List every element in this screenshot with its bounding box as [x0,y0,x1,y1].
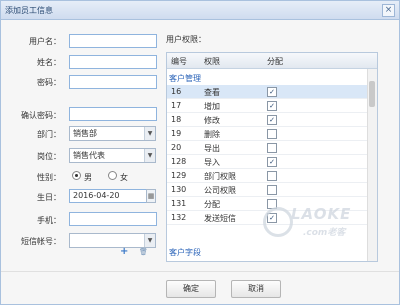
watermark-emblem [263,207,293,237]
close-icon[interactable]: × [382,4,395,17]
assign-checkbox[interactable] [267,185,277,195]
column-header-permission[interactable]: 权限 [204,56,220,67]
permission-id: 128 [171,157,187,166]
dialog-titlebar: 添加员工信息 × [1,1,399,20]
table-row[interactable]: 16 查看 ✓ [167,85,367,99]
scrollbar-thumb[interactable] [369,81,375,107]
grid-header: 编号 权限 分配 [167,53,377,69]
group-customer-management: 客户管理 [169,74,201,83]
permissions-label: 用户权限： [166,35,206,44]
dialog-title: 添加员工信息 [5,6,53,15]
phone-label: 手机： [37,216,61,225]
table-row[interactable]: 18 修改 ✓ [167,113,367,127]
permission-id: 19 [171,129,182,138]
assign-checkbox[interactable]: ✓ [267,157,277,167]
gender-female-label: 女 [120,173,128,182]
department-value: 销售部 [73,129,97,138]
permission-id: 129 [171,171,187,180]
permission-id: 132 [171,213,187,222]
phone-input[interactable] [69,212,157,226]
name-input[interactable] [69,55,157,69]
permission-id: 16 [171,87,182,96]
gender-female-radio[interactable] [108,171,117,180]
watermark-sub: .com老客 [303,228,346,238]
permission-name: 公司权限 [204,186,236,195]
assign-checkbox[interactable] [267,171,277,181]
username-input[interactable] [69,34,157,48]
assign-checkbox[interactable]: ✓ [267,115,277,125]
confirm-password-input[interactable] [69,107,157,121]
table-row[interactable]: 130 公司权限 [167,183,367,197]
add-icon[interactable]: + [120,246,128,257]
table-row[interactable]: 20 导出 [167,141,367,155]
position-select[interactable]: 销售代表 ▼ [69,148,156,163]
group-customer-fields: 客户字段 [169,248,201,257]
assign-checkbox[interactable] [267,143,277,153]
name-label: 姓名： [37,58,61,67]
permission-name: 查看 [204,88,220,97]
gender-male-label: 男 [84,173,92,182]
birthday-label: 生日： [37,193,61,202]
calendar-icon[interactable]: ▦ [146,189,156,203]
table-row[interactable]: 129 部门权限 [167,169,367,183]
permission-name: 删除 [204,130,220,139]
department-label: 部门： [37,130,61,139]
birthday-input[interactable]: 2016-04-20 [69,189,148,203]
position-label: 岗位： [37,152,61,161]
permission-name: 导入 [204,158,220,167]
permission-name: 导出 [204,144,220,153]
ok-button[interactable]: 确定 [166,280,216,298]
position-value: 销售代表 [73,151,105,160]
username-label: 用户名： [29,37,61,46]
assign-checkbox[interactable] [267,129,277,139]
assign-checkbox[interactable]: ✓ [267,87,277,97]
permission-name: 增加 [204,102,220,111]
permission-id: 130 [171,185,187,194]
table-row[interactable]: 17 增加 ✓ [167,99,367,113]
password-label: 密码： [37,78,61,87]
employee-dialog: 添加员工信息 × 用户名： 姓名： 密码： 确认密码： 部门： 销售部 ▼ 岗位… [0,0,400,305]
chevron-down-icon[interactable]: ▼ [144,127,155,140]
chevron-down-icon[interactable]: ▼ [144,234,155,247]
permission-name: 发送短信 [204,214,236,223]
sms-account-select[interactable]: ▼ [69,233,156,248]
watermark-logo: LAOKE .com老客 [263,203,373,243]
column-header-id[interactable]: 编号 [171,56,187,67]
table-row[interactable]: 19 删除 [167,127,367,141]
permission-id: 18 [171,115,182,124]
department-select[interactable]: 销售部 ▼ [69,126,156,141]
password-input[interactable] [69,75,157,89]
gender-male-radio[interactable] [72,171,81,180]
permission-id: 131 [171,199,187,208]
permission-id: 17 [171,101,182,110]
cancel-button[interactable]: 取消 [231,280,281,298]
column-header-assign[interactable]: 分配 [267,56,283,67]
watermark-brand: LAOKE [291,205,352,223]
delete-icon[interactable]: 🗑 [139,248,148,256]
sms-account-label: 短信帐号： [21,237,61,246]
chevron-down-icon[interactable]: ▼ [144,149,155,162]
confirm-password-label: 确认密码： [21,111,61,120]
footer-divider [1,271,399,272]
assign-checkbox[interactable]: ✓ [267,101,277,111]
permission-id: 20 [171,143,182,152]
permission-name: 修改 [204,116,220,125]
permission-name: 分配 [204,200,220,209]
permission-name: 部门权限 [204,172,236,181]
gender-label: 性别： [37,173,61,182]
table-row[interactable]: 128 导入 ✓ [167,155,367,169]
